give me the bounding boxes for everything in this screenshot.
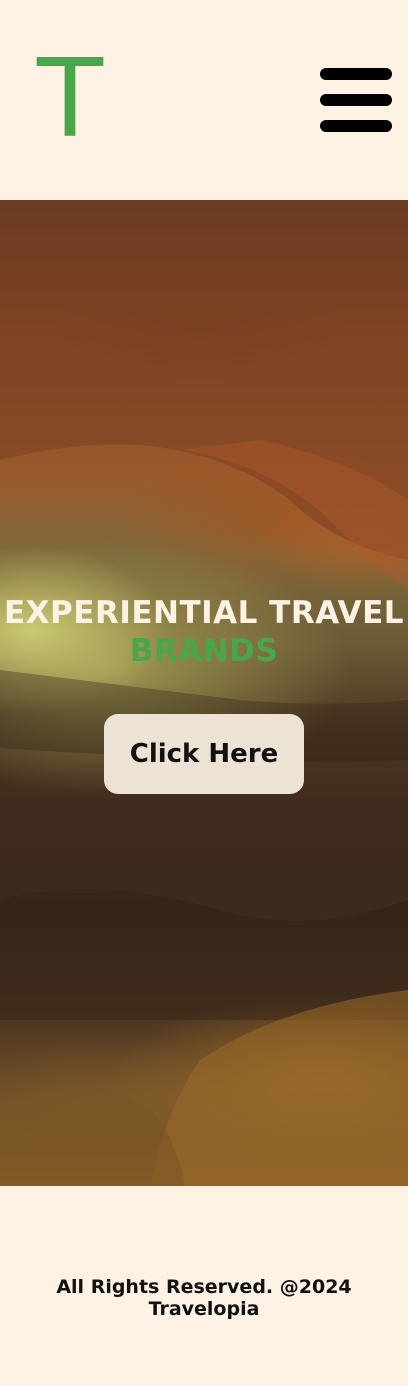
logo[interactable]: T bbox=[37, 46, 103, 154]
hero-section: EXPERIENTIAL TRAVEL BRANDS Click Here bbox=[0, 200, 408, 1186]
hero-content: EXPERIENTIAL TRAVEL BRANDS Click Here bbox=[0, 594, 408, 794]
hero-subtitle: BRANDS bbox=[129, 633, 279, 669]
site-header: T bbox=[0, 0, 408, 200]
hero-title: EXPERIENTIAL TRAVEL bbox=[3, 595, 405, 631]
hamburger-menu-icon[interactable] bbox=[320, 68, 392, 132]
site-footer: All Rights Reserved. @2024 Travelopia bbox=[0, 1186, 408, 1386]
menu-bar-middle bbox=[320, 94, 392, 106]
click-here-button[interactable]: Click Here bbox=[104, 714, 304, 794]
copyright-text: All Rights Reserved. @2024 Travelopia bbox=[56, 1276, 352, 1320]
menu-bar-top bbox=[320, 68, 392, 80]
menu-bar-bottom bbox=[320, 120, 392, 132]
